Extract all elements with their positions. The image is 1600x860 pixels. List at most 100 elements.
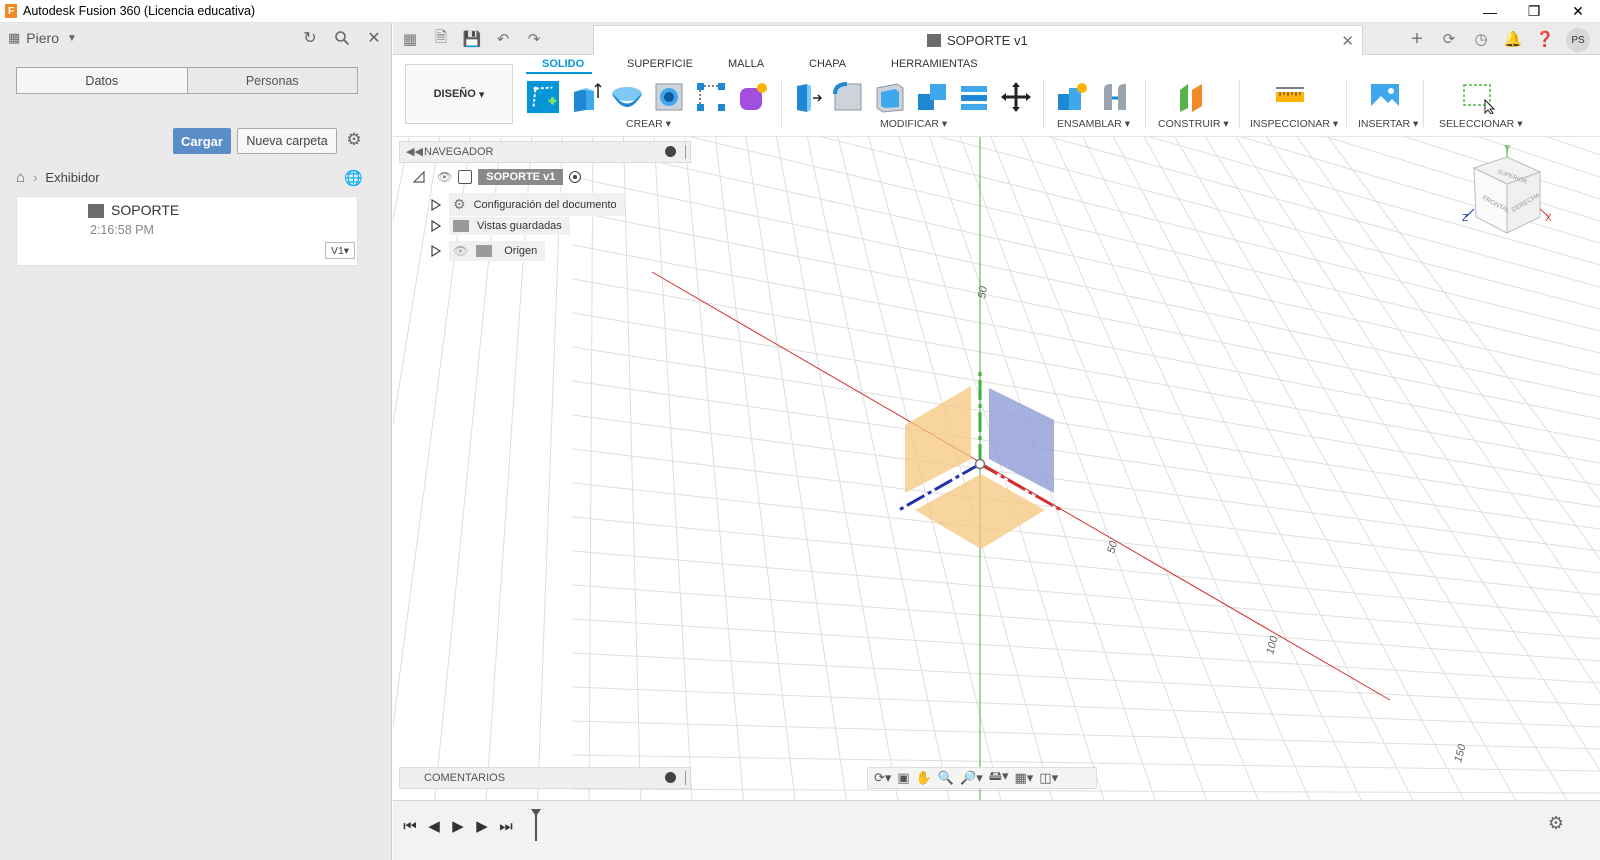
collapse-icon[interactable]: ◀◀ [406,145,423,158]
group-ensamblar[interactable]: ENSAMBLAR ▾ [1057,118,1130,130]
joint-icon[interactable] [1098,80,1132,114]
browser-item-named-views[interactable]: Vistas guardadas [431,217,570,235]
tab-chapa[interactable]: CHAPA [809,58,846,70]
browser-item-origin[interactable]: 👁 Origen [431,241,546,261]
chevron-down-icon[interactable]: ▼ [67,33,77,44]
eye-icon[interactable]: 👁 [437,170,452,184]
refresh-icon[interactable]: ↻ [299,27,321,49]
user-selector[interactable]: Piero [26,30,59,46]
insert-image-icon[interactable] [1368,80,1402,114]
document-tab[interactable]: SOPORTE v1 ✕ [593,25,1363,55]
job-status-icon[interactable]: ◷ [1470,28,1492,50]
create-sketch-icon[interactable] [526,80,560,114]
group-inspeccionar[interactable]: INSPECCIONAR ▾ [1250,118,1338,130]
go-to-end-icon[interactable]: ⏭ [497,817,515,835]
look-at-icon[interactable]: ▣ [897,770,909,786]
step-back-icon[interactable]: ◀ [425,817,443,835]
root-component[interactable]: SOPORTE v1 [478,169,564,185]
version-dropdown[interactable]: V1 ▾ [325,242,355,259]
tab-malla[interactable]: MALLA [728,58,764,70]
collapse-triangle-icon[interactable] [413,171,425,183]
close-panel-icon[interactable]: ✕ [363,27,385,49]
new-component-icon[interactable] [1055,80,1089,114]
press-pull-icon[interactable] [789,80,823,114]
globe-icon[interactable]: 🌐 [344,169,363,187]
avatar[interactable]: PS [1566,28,1590,52]
new-tab-icon[interactable]: + [1406,28,1428,50]
eye-hidden-icon[interactable]: 👁 [453,244,468,258]
close-tab-icon[interactable]: ✕ [1341,32,1354,50]
browser-header[interactable]: ◀◀ NAVEGADOR [399,141,691,163]
notifications-icon[interactable]: 🔔 [1502,28,1524,50]
revolve-icon[interactable] [610,80,644,114]
expand-triangle-icon[interactable] [431,198,441,211]
redo-icon[interactable]: ↷ [523,28,545,50]
help-icon[interactable]: ❓ [1534,28,1556,50]
expand-triangle-icon[interactable] [431,245,441,257]
tab-solido[interactable]: SOLIDO [542,58,584,70]
axis-label: 50 [1105,539,1120,555]
3d-grid: 50 50 100 150 SUPERIOR FRONTAL DERECHA Y… [393,137,1600,800]
home-icon[interactable]: ⌂ [16,169,25,186]
activate-icon[interactable] [569,171,582,183]
viewports-icon[interactable]: ◫▾ [1039,770,1058,786]
group-insertar[interactable]: INSERTAR ▾ [1358,118,1418,130]
combine-icon[interactable] [915,80,949,114]
tab-superficie[interactable]: SUPERFICIE [627,58,693,70]
file-card[interactable]: SOPORTE 2:16:58 PM V1 ▾ [16,196,358,266]
minimize-icon[interactable]: — [1468,0,1512,23]
pan-icon[interactable]: ✋ [916,770,932,786]
zoom-icon[interactable]: 🔍 [938,770,954,786]
new-folder-button[interactable]: Nueva carpeta [237,128,337,154]
gear-icon[interactable]: ⚙ [344,130,364,150]
drag-handle[interactable] [685,145,687,159]
expand-comments-icon[interactable] [665,772,676,783]
group-construir[interactable]: CONSTRUIR ▾ [1158,118,1229,130]
group-modificar[interactable]: MODIFICAR ▾ [880,118,947,130]
comments-panel[interactable]: COMENTARIOS [399,767,691,789]
select-icon[interactable] [1461,80,1495,114]
go-to-start-icon[interactable]: ⏮ [401,817,419,835]
fit-icon[interactable]: 🔎▾ [960,770,983,786]
minimize-browser-icon[interactable] [665,146,676,157]
shell-icon[interactable] [873,80,907,114]
data-panel-toggle-icon[interactable]: ▦ [399,28,421,50]
timeline-marker[interactable] [531,809,541,841]
tab-datos[interactable]: Datos [17,68,188,93]
offset-plane-icon[interactable] [1174,80,1208,114]
undo-icon[interactable]: ↶ [492,28,514,50]
grid-settings-icon[interactable]: ▦▾ [1014,770,1033,786]
tab-personas[interactable]: Personas [187,68,357,93]
workspace-switcher[interactable]: DISEÑO ▾ [405,64,513,124]
restore-icon[interactable]: ❐ [1512,0,1556,23]
browser-item-document-settings[interactable]: ⚙ Configuración del documento [431,193,625,216]
move-icon[interactable] [999,80,1033,114]
drag-handle[interactable] [685,771,687,785]
viewcube[interactable]: SUPERIOR FRONTAL DERECHA Y Z X [1462,144,1552,234]
file-menu-icon[interactable]: 🗎 [430,28,452,50]
measure-icon[interactable] [1273,80,1307,114]
step-forward-icon[interactable]: ▶ [473,817,491,835]
rectangular-pattern-icon[interactable] [694,80,728,114]
breadcrumb-project[interactable]: Exhibidor [45,170,99,185]
timeline-settings-icon[interactable]: ⚙ [1548,813,1564,834]
fillet-icon[interactable] [831,80,865,114]
tab-herramientas[interactable]: HERRAMIENTAS [891,58,978,70]
play-icon[interactable]: ▶ [449,817,467,835]
extrude-icon[interactable] [568,80,602,114]
split-body-icon[interactable] [957,80,991,114]
group-seleccionar[interactable]: SELECCIONAR ▾ [1439,118,1522,130]
browser-root-row[interactable]: 👁 SOPORTE v1 [413,169,582,185]
hole-icon[interactable] [652,80,686,114]
canvas-viewport[interactable]: 50 50 100 150 SUPERIOR FRONTAL DERECHA Y… [393,137,1600,800]
save-icon[interactable]: 💾 [461,28,483,50]
group-crear[interactable]: CREAR ▾ [626,118,671,130]
expand-triangle-icon[interactable] [431,220,441,232]
search-icon[interactable] [331,27,353,49]
upload-button[interactable]: Cargar [173,128,231,154]
extensions-icon[interactable]: ⟳ [1438,28,1460,50]
close-icon[interactable]: ✕ [1556,0,1600,23]
display-settings-icon[interactable]: 🖴▾ [989,767,1009,789]
orbit-icon[interactable]: ⟳▾ [874,770,891,786]
create-form-icon[interactable] [736,80,770,114]
